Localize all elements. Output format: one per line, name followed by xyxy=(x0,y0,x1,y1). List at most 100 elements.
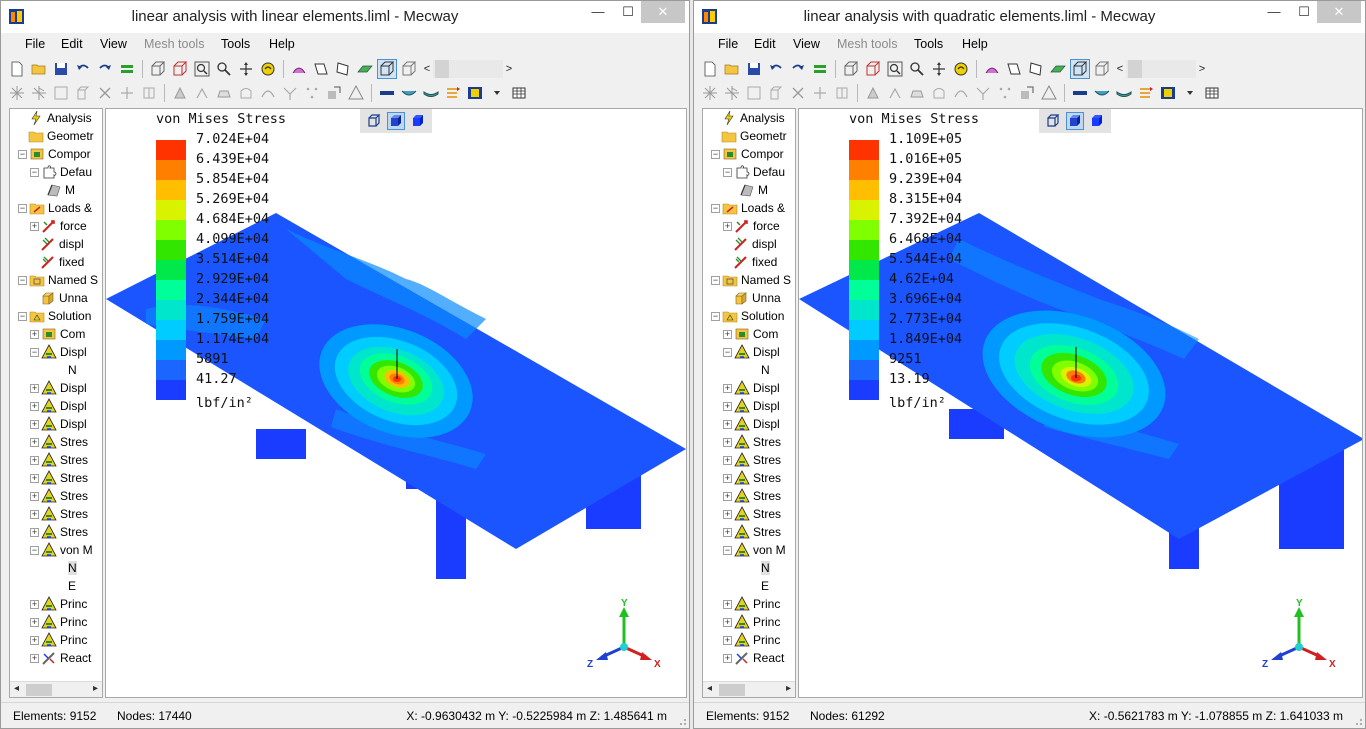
tree-item[interactable]: fixed xyxy=(733,253,777,271)
expand-icon[interactable]: + xyxy=(30,635,39,645)
tree-item[interactable]: + Stres xyxy=(723,505,781,523)
tree-item[interactable]: + Com xyxy=(30,325,85,343)
select-solid-button[interactable] xyxy=(766,83,786,103)
expand-icon[interactable]: + xyxy=(30,473,39,483)
toolbar-scroller[interactable]: < > xyxy=(421,60,515,78)
tree-item[interactable]: − Displ xyxy=(30,343,87,361)
split-button[interactable] xyxy=(280,83,300,103)
expand-icon[interactable]: + xyxy=(723,473,732,483)
tree-item[interactable]: − Defau xyxy=(30,163,92,181)
hidden-cube-button[interactable] xyxy=(399,59,419,79)
select-solid-button[interactable] xyxy=(73,83,93,103)
tree-item[interactable]: + force xyxy=(30,217,87,235)
revolve-button[interactable] xyxy=(192,83,212,103)
view-cube-button[interactable] xyxy=(148,59,168,79)
rotate-button[interactable] xyxy=(951,59,971,79)
expand-icon[interactable]: + xyxy=(723,437,732,447)
toolbar-scroll-track[interactable] xyxy=(1126,60,1196,78)
chevron-left-icon[interactable]: < xyxy=(1114,63,1126,75)
minimize-button[interactable]: — xyxy=(1261,1,1287,23)
wireframe-view-button[interactable] xyxy=(365,112,383,130)
expand-icon[interactable]: + xyxy=(30,221,39,231)
view-front-button[interactable] xyxy=(1004,59,1024,79)
tree-item[interactable]: − von M xyxy=(723,541,786,559)
menu-view[interactable]: View xyxy=(98,37,129,51)
points-button[interactable] xyxy=(302,83,322,103)
solve-button[interactable] xyxy=(810,59,830,79)
scroll-right-arrow-icon[interactable]: ▸ xyxy=(786,683,791,694)
tree-item[interactable]: − Compor xyxy=(711,145,784,163)
undo-button[interactable] xyxy=(73,59,93,79)
shaded-edges-view-button[interactable] xyxy=(387,112,405,130)
maximize-button[interactable]: ☐ xyxy=(615,1,641,23)
collapse-icon[interactable]: − xyxy=(711,311,720,321)
tree-item[interactable]: + Princ xyxy=(723,631,780,649)
expand-icon[interactable]: + xyxy=(723,653,732,663)
collapse-icon[interactable]: − xyxy=(711,275,720,285)
tree-item[interactable]: + Stres xyxy=(30,469,88,487)
toolbar-scroll-thumb[interactable] xyxy=(1128,60,1142,78)
tree-item[interactable]: Analysis xyxy=(28,109,92,127)
split-button[interactable] xyxy=(973,83,993,103)
collapse-icon[interactable]: − xyxy=(30,347,39,357)
pan-button[interactable] xyxy=(929,59,949,79)
redo-button[interactable] xyxy=(95,59,115,79)
table-button[interactable] xyxy=(1202,83,1222,103)
tree-item[interactable]: M xyxy=(739,181,768,199)
collapse-icon[interactable]: − xyxy=(30,167,39,177)
menu-mesh-tools[interactable]: Mesh tools xyxy=(835,37,899,51)
tree-item[interactable]: + React xyxy=(723,649,784,667)
tree-item[interactable]: − Compor xyxy=(18,145,91,163)
move-button[interactable] xyxy=(117,83,137,103)
tree-item[interactable]: + Stres xyxy=(723,469,781,487)
expand-icon[interactable]: + xyxy=(30,437,39,447)
tree-item[interactable]: + Princ xyxy=(723,595,780,613)
tree-item[interactable]: + Displ xyxy=(723,397,780,415)
select-node-button[interactable] xyxy=(700,83,720,103)
tree-item[interactable]: displ xyxy=(733,235,777,253)
expand-icon[interactable]: + xyxy=(723,401,732,411)
expand-icon[interactable]: + xyxy=(723,221,732,231)
tree-item[interactable]: Geometr xyxy=(28,127,94,145)
tree-item[interactable]: Unna xyxy=(733,289,781,307)
expand-icon[interactable]: + xyxy=(723,617,732,627)
loft-button[interactable] xyxy=(236,83,256,103)
expand-icon[interactable]: + xyxy=(30,617,39,627)
tree-item[interactable]: − Displ xyxy=(723,343,780,361)
title-bar[interactable]: linear analysis with linear elements.lim… xyxy=(1,1,689,33)
menu-tools[interactable]: Tools xyxy=(219,37,252,51)
view-cube-red-button[interactable] xyxy=(863,59,883,79)
tree-item[interactable]: Geometr xyxy=(721,127,787,145)
extrude-button[interactable] xyxy=(863,83,883,103)
scale-button[interactable] xyxy=(324,83,344,103)
redo-button[interactable] xyxy=(788,59,808,79)
load-arrows-button[interactable] xyxy=(1136,83,1156,103)
tree-item[interactable]: + Com xyxy=(723,325,778,343)
3d-viewport[interactable]: von Mises Stress 1.109E+05 1.016E+05 9.239E… xyxy=(798,108,1363,698)
select-box-button[interactable] xyxy=(51,83,71,103)
menu-help[interactable]: Help xyxy=(267,37,297,51)
tree-item[interactable]: + Princ xyxy=(30,595,87,613)
points-button[interactable] xyxy=(995,83,1015,103)
save-button[interactable] xyxy=(744,59,764,79)
tree-item[interactable]: + Stres xyxy=(30,523,88,541)
select-element-button[interactable] xyxy=(722,83,742,103)
dropdown-arrow-button[interactable] xyxy=(1180,83,1200,103)
tree-item[interactable]: + Displ xyxy=(30,397,87,415)
tree-item[interactable]: − Named S xyxy=(711,271,791,289)
zoom-fit-button[interactable] xyxy=(885,59,905,79)
plate-button[interactable] xyxy=(421,83,441,103)
tree-item[interactable]: + Stres xyxy=(30,433,88,451)
tree-item[interactable]: + Stres xyxy=(723,433,781,451)
beam-button[interactable] xyxy=(1070,83,1090,103)
save-button[interactable] xyxy=(51,59,71,79)
expand-icon[interactable]: + xyxy=(723,329,732,339)
scroll-right-arrow-icon[interactable]: ▸ xyxy=(93,683,98,694)
menu-view[interactable]: View xyxy=(791,37,822,51)
collapse-icon[interactable]: − xyxy=(30,545,39,555)
tree-item[interactable]: N xyxy=(761,559,770,577)
tree-item[interactable]: displ xyxy=(40,235,84,253)
menu-edit[interactable]: Edit xyxy=(752,37,778,51)
expand-icon[interactable]: + xyxy=(30,419,39,429)
tree-item[interactable]: E xyxy=(68,577,76,595)
